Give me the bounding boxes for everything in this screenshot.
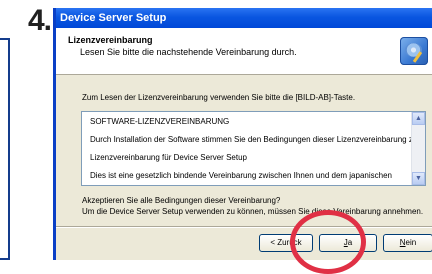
- accept-question-detail: Um die Device Server Setup verwenden zu …: [82, 207, 424, 216]
- accept-question: Akzeptieren Sie alle Bedingungen dieser …: [82, 196, 281, 205]
- license-textbox[interactable]: SOFTWARE-LIZENZVEREINBARUNG Durch Instal…: [81, 111, 426, 186]
- left-frame: [0, 38, 10, 260]
- license-line-3: Lizenzvereinbarung für Device Server Set…: [90, 153, 247, 162]
- no-button-label: ein: [405, 238, 417, 247]
- license-scrollbar[interactable]: ▲ ▼: [411, 112, 425, 185]
- window-title: Device Server Setup: [60, 12, 167, 24]
- license-line-1: SOFTWARE-LIZENZVEREINBARUNG: [90, 117, 230, 126]
- no-button[interactable]: Nein: [383, 234, 432, 252]
- step-number: 4.: [28, 4, 52, 37]
- window-titlebar[interactable]: Device Server Setup: [56, 8, 432, 28]
- highlight-circle: [290, 210, 366, 274]
- license-line-2: Durch Installation der Software stimmen …: [90, 135, 420, 144]
- license-line-4: Dies ist eine gesetzlich bindende Verein…: [90, 171, 392, 180]
- setup-icon: [400, 37, 428, 65]
- instruction-text: Zum Lesen der Lizenzvereinbarung verwend…: [82, 93, 356, 102]
- button-divider: [56, 226, 432, 228]
- scroll-down-icon[interactable]: ▼: [412, 172, 425, 185]
- header-title: Lizenzvereinbarung: [68, 35, 153, 45]
- setup-window: Device Server Setup Lizenzvereinbarung L…: [53, 8, 432, 260]
- header-subtitle: Lesen Sie bitte die nachstehende Vereinb…: [80, 47, 297, 57]
- wizard-header: Lizenzvereinbarung Lesen Sie bitte die n…: [56, 28, 432, 75]
- scroll-up-icon[interactable]: ▲: [412, 112, 425, 125]
